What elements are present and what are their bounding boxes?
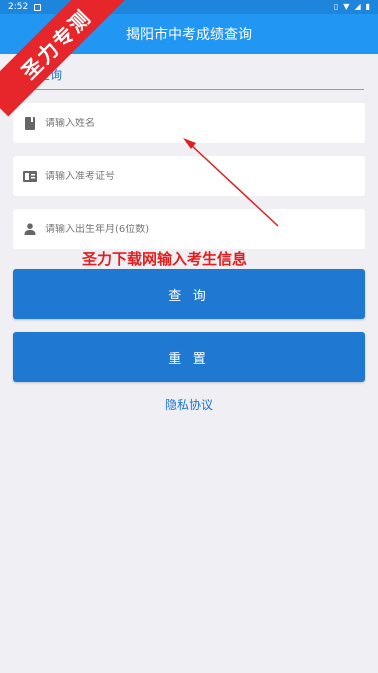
wifi-icon: ▼ xyxy=(343,2,350,11)
signal-icon: ◢ xyxy=(354,2,361,11)
vibrate-icon: ▯ xyxy=(333,2,339,11)
notification-icon xyxy=(34,3,42,11)
status-time: 2:52 xyxy=(8,2,29,12)
query-button[interactable]: 查 询 xyxy=(13,269,365,319)
name-input[interactable] xyxy=(45,117,365,129)
battery-icon: ▮ xyxy=(365,2,370,11)
screen: 2:52 ▯ ▼ ◢ ▮ 揭阳市中考成绩查询 圣力专测 成绩查询 xyxy=(0,0,378,673)
id-card-icon xyxy=(23,169,37,183)
privacy-link[interactable]: 隐私协议 xyxy=(0,396,378,413)
reset-button[interactable]: 重 置 xyxy=(13,332,365,382)
exam-id-input[interactable] xyxy=(45,170,365,182)
page-title: 揭阳市中考成绩查询 xyxy=(126,27,252,43)
status-icons: ▯ ▼ ◢ ▮ xyxy=(334,3,370,11)
annotation-text: 圣力下载网输入考生信息 xyxy=(82,250,248,268)
section-divider xyxy=(14,89,364,90)
status-bar: 2:52 ▯ ▼ ◢ ▮ xyxy=(0,0,378,14)
birth-field[interactable] xyxy=(13,209,365,249)
name-field[interactable] xyxy=(13,103,365,143)
exam-id-field[interactable] xyxy=(13,156,365,196)
birth-input[interactable] xyxy=(45,223,365,235)
book-icon xyxy=(23,116,37,130)
person-icon xyxy=(23,222,37,236)
